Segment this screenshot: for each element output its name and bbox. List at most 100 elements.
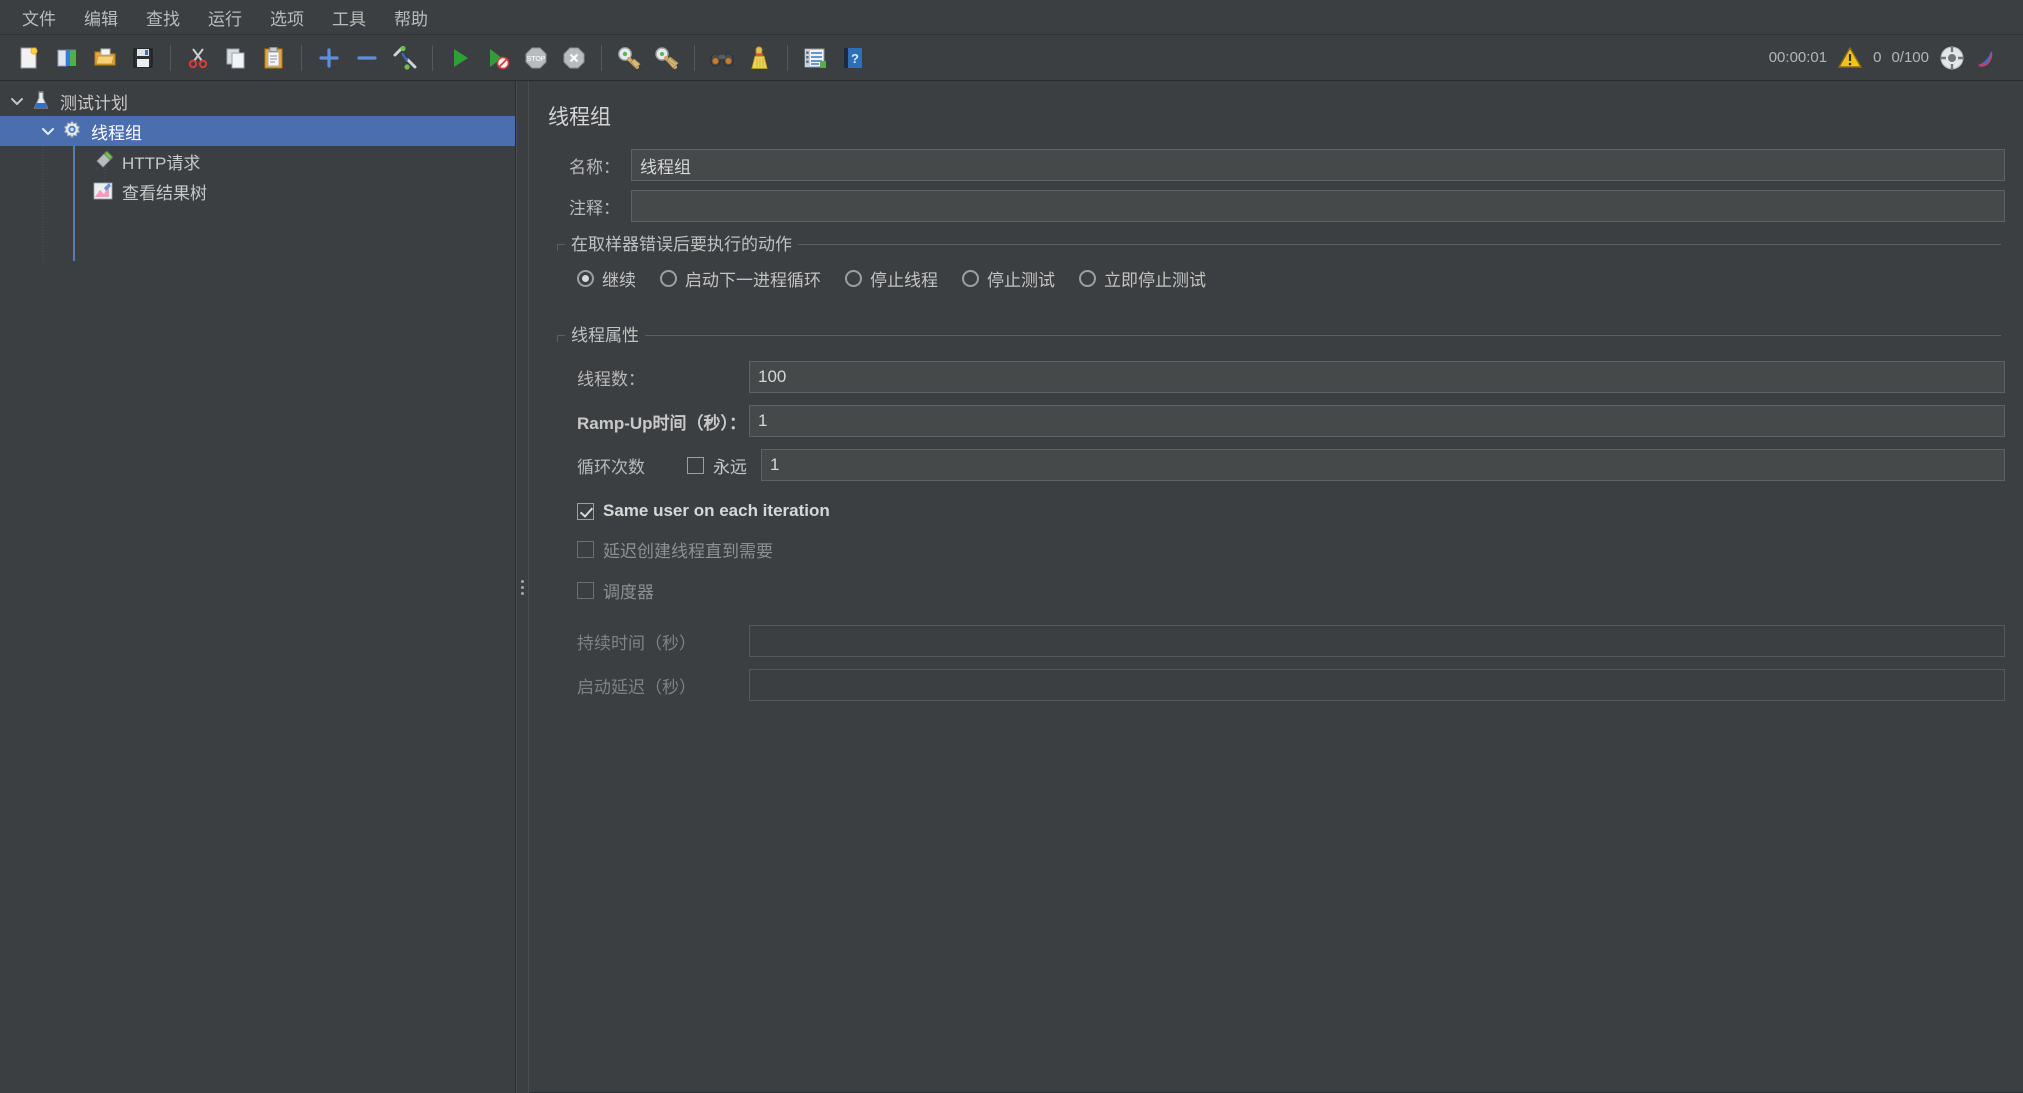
new-file-icon[interactable] (12, 41, 46, 75)
group-corner-tick (557, 335, 558, 342)
expand-plus-icon[interactable] (312, 41, 346, 75)
save-icon[interactable] (126, 41, 160, 75)
toolbar-separator (301, 45, 302, 71)
reset-search-icon[interactable] (743, 41, 777, 75)
delay-thread-creation-label: 延迟创建线程直到需要 (603, 537, 773, 562)
delay-thread-creation-checkbox[interactable] (577, 541, 594, 558)
radio-label: 停止线程 (870, 266, 938, 291)
same-user-checkbox[interactable] (577, 503, 594, 520)
loop-count-row: 循环次数 永远 (557, 449, 2005, 481)
paste-icon[interactable] (257, 41, 291, 75)
radio-indicator[interactable] (660, 270, 677, 287)
menu-edit[interactable]: 编辑 (70, 1, 132, 34)
comment-input[interactable] (631, 190, 2005, 222)
shutdown-icon[interactable] (557, 41, 591, 75)
loop-forever-checkbox[interactable]: 永远 (687, 453, 747, 478)
tree-guide-lines (0, 81, 515, 1093)
menu-bar: 文件 编辑 查找 运行 选项 工具 帮助 (0, 0, 2023, 35)
tree-node-label: 线程组 (91, 119, 142, 144)
num-threads-label: 线程数： (577, 365, 749, 390)
toolbar-separator (694, 45, 695, 71)
startup-delay-row: 启动延迟（秒） (557, 669, 2005, 701)
startup-delay-input (749, 669, 2005, 701)
status-indicators: 00:00:01 0 0/100 (1769, 45, 2013, 71)
test-plan-tree[interactable]: 测试计划 线程组 (0, 81, 516, 1093)
toggle-icon[interactable] (388, 41, 422, 75)
same-user-label: Same user on each iteration (603, 501, 830, 521)
radio-start-next-loop[interactable]: 启动下一进程循环 (660, 266, 821, 291)
ramp-up-row: Ramp-Up时间（秒）： (557, 405, 2005, 437)
page-title: 线程组 (548, 101, 2005, 131)
duration-row: 持续时间（秒） (557, 625, 2005, 657)
scheduler-row[interactable]: 调度器 (557, 578, 2005, 603)
radio-indicator[interactable] (845, 270, 862, 287)
delay-thread-creation-row[interactable]: 延迟创建线程直到需要 (557, 537, 2005, 562)
radio-label: 停止测试 (987, 266, 1055, 291)
radio-indicator[interactable] (962, 270, 979, 287)
duration-label: 持续时间（秒） (577, 629, 749, 654)
http-request-icon (90, 149, 116, 173)
menu-file[interactable]: 文件 (8, 1, 70, 34)
ramp-up-input[interactable] (749, 405, 2005, 437)
start-run-icon[interactable] (443, 41, 477, 75)
tree-node-thread-group[interactable]: 线程组 (0, 116, 515, 146)
menu-help[interactable]: 帮助 (380, 1, 442, 34)
tree-node-test-plan[interactable]: 测试计划 (0, 86, 515, 116)
radio-stop-thread[interactable]: 停止线程 (845, 266, 938, 291)
scheduler-label: 调度器 (603, 578, 654, 603)
chevron-down-icon[interactable] (37, 120, 59, 142)
help-book-icon[interactable]: ? (836, 41, 870, 75)
thread-group-editor: 线程组 名称： 注释： 在取样器错误后要执行的动作 继续 启动下一进程循环 (529, 81, 2023, 1093)
menu-tools[interactable]: 工具 (318, 1, 380, 34)
num-threads-row: 线程数： (557, 361, 2005, 393)
thread-group-gear-icon (59, 119, 85, 143)
radio-stop-test[interactable]: 停止测试 (962, 266, 1055, 291)
name-input[interactable] (631, 149, 2005, 181)
checkbox-indicator[interactable] (687, 457, 704, 474)
sampler-error-action-group: 在取样器错误后要执行的动作 继续 启动下一进程循环 停止线程 停止测试 (557, 236, 2005, 305)
panel-splitter[interactable] (516, 81, 529, 1093)
chevron-down-icon[interactable] (6, 90, 28, 112)
function-helper-icon[interactable] (798, 41, 832, 75)
comment-field-row: 注释： (543, 190, 2005, 222)
collapse-minus-icon[interactable] (350, 41, 384, 75)
tree-node-view-results-tree[interactable]: 查看结果树 (0, 176, 515, 206)
menu-options[interactable]: 选项 (256, 1, 318, 34)
jmeter-feather-icon (1975, 45, 2003, 71)
radio-continue[interactable]: 继续 (577, 266, 636, 291)
remote-engines-icon[interactable] (1939, 45, 1965, 71)
radio-label: 启动下一进程循环 (685, 266, 821, 291)
group-border-line (557, 335, 2001, 336)
copy-icon[interactable] (219, 41, 253, 75)
menu-run[interactable]: 运行 (194, 1, 256, 34)
comment-label: 注释： (569, 194, 631, 219)
tree-node-http-request[interactable]: HTTP请求 (0, 146, 515, 176)
start-no-pauses-icon[interactable] (481, 41, 515, 75)
stop-icon[interactable]: STOP (519, 41, 553, 75)
radio-stop-test-now[interactable]: 立即停止测试 (1079, 266, 1206, 291)
new-from-template-icon[interactable] (50, 41, 84, 75)
toolbar-separator (787, 45, 788, 71)
startup-delay-label: 启动延迟（秒） (577, 673, 749, 698)
test-plan-icon (28, 89, 54, 113)
clear-all-icon[interactable] (650, 41, 684, 75)
error-count: 0 (1873, 49, 1881, 66)
radio-indicator[interactable] (577, 270, 594, 287)
open-folder-icon[interactable] (88, 41, 122, 75)
num-threads-input[interactable] (749, 361, 2005, 393)
tree-node-label: 测试计划 (60, 89, 128, 114)
menu-search[interactable]: 查找 (132, 1, 194, 34)
clear-icon[interactable] (612, 41, 646, 75)
view-results-tree-icon (90, 179, 116, 203)
loop-count-input[interactable] (761, 449, 2005, 481)
svg-text:STOP: STOP (527, 56, 546, 63)
ramp-up-label: Ramp-Up时间（秒）： (577, 409, 749, 434)
radio-indicator[interactable] (1079, 270, 1096, 287)
cut-icon[interactable] (181, 41, 215, 75)
search-binoculars-icon[interactable] (705, 41, 739, 75)
warning-triangle-icon[interactable] (1837, 46, 1863, 70)
radio-label: 立即停止测试 (1104, 266, 1206, 291)
loop-count-label: 循环次数 (577, 453, 687, 478)
scheduler-checkbox[interactable] (577, 582, 594, 599)
same-user-row[interactable]: Same user on each iteration (557, 501, 2005, 521)
